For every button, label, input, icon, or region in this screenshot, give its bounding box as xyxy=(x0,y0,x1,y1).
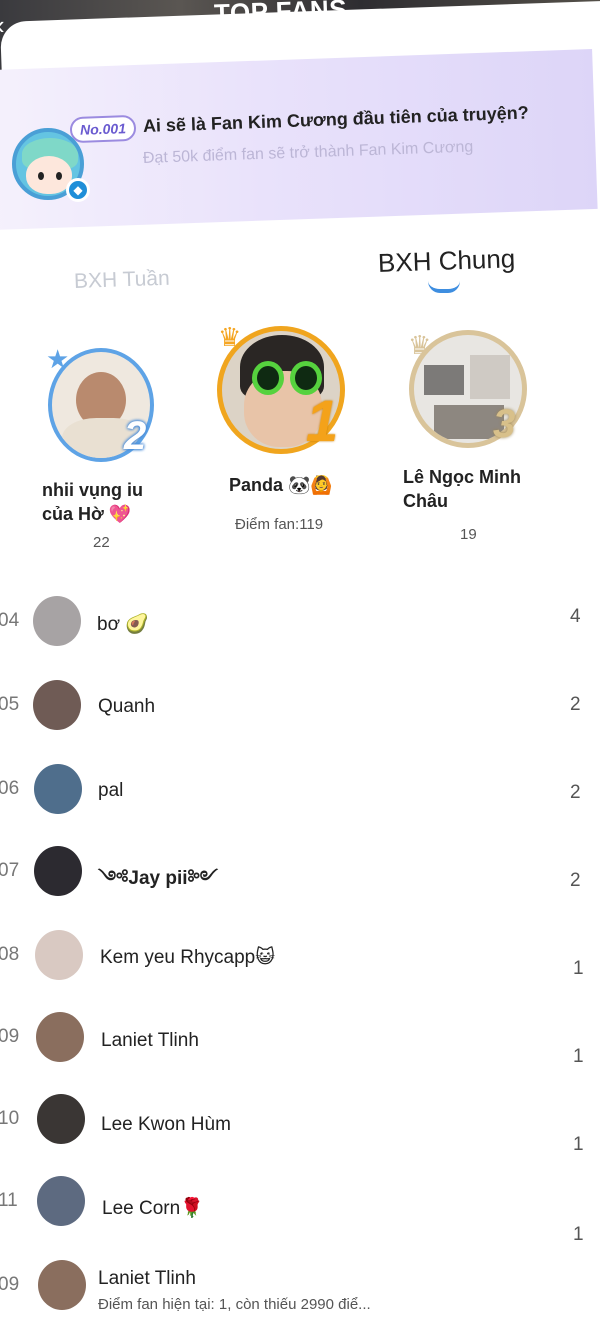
row-score: 2 xyxy=(570,782,581,803)
row-rank: 05 xyxy=(0,694,20,715)
row-rank: 06 xyxy=(0,778,20,799)
avatar xyxy=(34,764,82,814)
row-name: Lee Kwon Hùm xyxy=(101,1114,231,1135)
row-score: 2 xyxy=(570,694,581,715)
rank-1-label: 1 xyxy=(306,389,339,454)
podium-score-2: 22 xyxy=(93,534,110,551)
avatar xyxy=(36,1012,84,1062)
fan-points-status: Điểm fan hiện tại: 1, còn thiếu 2990 điể… xyxy=(98,1296,371,1313)
podium-score-1: Điểm fan:119 xyxy=(235,516,324,533)
tab-general[interactable]: BXH Chung xyxy=(377,243,515,279)
tab-weekly[interactable]: BXH Tuần xyxy=(74,267,171,294)
avatar xyxy=(37,1176,85,1226)
rank-badge: No.001 xyxy=(69,114,137,144)
row-score: 1 xyxy=(573,1224,584,1245)
avatar xyxy=(37,1094,85,1144)
avatar xyxy=(33,596,81,646)
rank-2-label: 2 xyxy=(124,414,147,458)
row-rank: 10 xyxy=(0,1108,20,1129)
podium-name-1[interactable]: Panda 🐼🙆 xyxy=(229,473,333,497)
row-name: Laniet Tlinh xyxy=(101,1030,199,1051)
row-name: Lee Corn🌹 xyxy=(102,1198,204,1219)
row-rank: 11 xyxy=(0,1190,18,1211)
row-score: 1 xyxy=(573,1134,584,1155)
list-item[interactable]: 10 Lee Kwon Hùm 1 xyxy=(0,1094,600,1155)
list-item[interactable]: 06 pal 2 xyxy=(0,764,600,824)
podium-name-3[interactable]: Lê Ngọc Minh Châu xyxy=(403,465,521,513)
row-score: 4 xyxy=(570,606,581,627)
list-item[interactable]: 05 Quanh 2 xyxy=(0,680,600,740)
my-rank-row[interactable]: 09 Laniet Tlinh Điểm fan hiện tại: 1, cò… xyxy=(0,1260,600,1319)
row-name: Quanh xyxy=(98,696,156,717)
row-name: bơ 🥑 xyxy=(97,614,149,635)
row-rank: 09 xyxy=(0,1026,20,1047)
row-name: ༺Jay pii༻ xyxy=(98,868,218,889)
list-item[interactable]: 09 Laniet Tlinh 1 xyxy=(0,1012,600,1072)
row-score: 1 xyxy=(573,1046,584,1067)
row-score: 1 xyxy=(573,958,584,979)
row-rank: 04 xyxy=(0,610,20,631)
row-name: Laniet Tlinh xyxy=(98,1268,196,1289)
avatar xyxy=(38,1260,86,1310)
row-rank: 09 xyxy=(0,1274,20,1295)
podium-name-2[interactable]: nhii vụng iu của Hờ 💖 xyxy=(42,478,143,526)
avatar xyxy=(34,846,82,896)
avatar xyxy=(35,930,83,980)
avatar xyxy=(33,680,81,730)
list-item[interactable]: 11 Lee Corn🌹 1 xyxy=(0,1176,600,1245)
row-score: 2 xyxy=(570,870,581,891)
list-item[interactable]: 08 Kem yeu Rhycapp😺 1 xyxy=(0,930,600,990)
row-name: Kem yeu Rhycapp😺 xyxy=(100,947,276,968)
list-item[interactable]: 07 ༺Jay pii༻ 2 xyxy=(0,846,600,906)
row-rank: 08 xyxy=(0,944,20,965)
rank-3-label: 3 xyxy=(493,402,516,446)
row-name: pal xyxy=(98,780,124,801)
podium-score-3: 19 xyxy=(460,526,477,543)
list-item[interactable]: 04 bơ 🥑 4 xyxy=(0,596,600,656)
row-rank: 07 xyxy=(0,860,20,881)
diamond-icon: ◆ xyxy=(66,178,90,202)
